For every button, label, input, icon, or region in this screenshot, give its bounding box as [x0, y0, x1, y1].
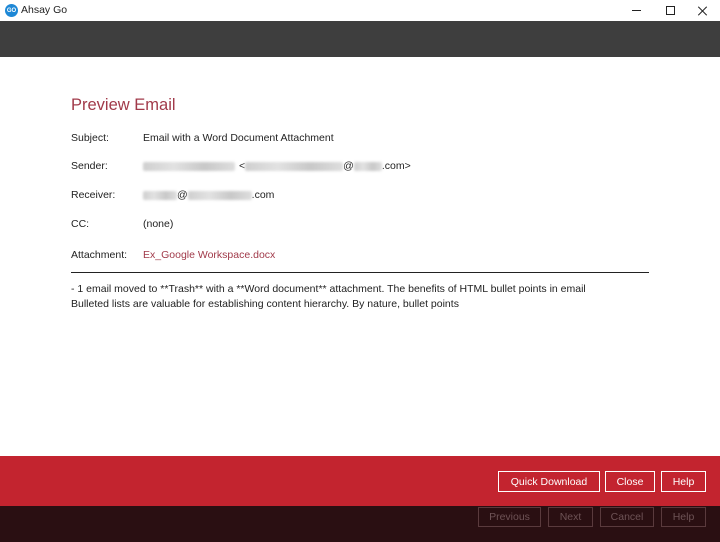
- next-button[interactable]: Next: [548, 507, 593, 527]
- minimize-icon: [631, 10, 641, 11]
- subject-label: Subject:: [71, 132, 109, 144]
- title-bar: GO Ahsay Go: [0, 0, 720, 21]
- close-window-button[interactable]: [686, 0, 720, 21]
- receiver-row: Receiver: @ .com: [71, 187, 274, 203]
- receiver-value: @ .com: [143, 189, 274, 201]
- page-title: Preview Email: [71, 96, 176, 114]
- email-body-line: - 1 email moved to **Trash** with a **Wo…: [71, 283, 586, 295]
- cc-label: CC:: [71, 218, 90, 230]
- sender-suffix: .com>: [381, 160, 411, 172]
- cancel-button[interactable]: Cancel: [600, 507, 654, 527]
- subject-value: Email with a Word Document Attachment: [143, 132, 334, 144]
- app-logo-icon: GO: [5, 4, 18, 17]
- sender-value: < @ .com>: [143, 160, 411, 172]
- minimize-button[interactable]: [619, 0, 653, 21]
- attachment-row: Attachment: Ex_Google Workspace.docx: [71, 247, 275, 263]
- receiver-label: Receiver:: [71, 189, 116, 201]
- cc-value: (none): [143, 218, 174, 230]
- maximize-button[interactable]: [653, 0, 687, 21]
- maximize-icon: [665, 6, 675, 15]
- close-icon: [698, 6, 708, 16]
- receiver-domain-redacted: [187, 190, 252, 200]
- email-body-line: Bulleted lists are valuable for establis…: [71, 297, 459, 310]
- sender-domain-redacted: [353, 161, 382, 171]
- close-button[interactable]: Close: [605, 471, 655, 492]
- sender-row: Sender: < @ .com>: [71, 158, 411, 174]
- receiver-suffix: .com: [251, 189, 275, 201]
- sender-label: Sender:: [71, 160, 108, 172]
- nav-help-button[interactable]: Help: [661, 507, 706, 527]
- sender-name-redacted: [143, 161, 235, 171]
- attachment-link[interactable]: Ex_Google Workspace.docx: [143, 249, 275, 261]
- sender-user-redacted: [245, 161, 344, 171]
- help-button[interactable]: Help: [661, 471, 706, 492]
- receiver-user-redacted: [143, 190, 177, 200]
- header-band: [0, 21, 720, 57]
- cc-row: CC: (none): [71, 216, 173, 232]
- email-body: - 1 email moved to **Trash** with a **Wo…: [71, 282, 651, 311]
- previous-button[interactable]: Previous: [478, 507, 541, 527]
- window-title: Ahsay Go: [21, 4, 68, 16]
- subject-row: Subject: Email with a Word Document Atta…: [71, 130, 334, 146]
- attachment-label: Attachment:: [71, 249, 128, 261]
- quick-download-button[interactable]: Quick Download: [498, 471, 600, 492]
- divider: [71, 272, 649, 273]
